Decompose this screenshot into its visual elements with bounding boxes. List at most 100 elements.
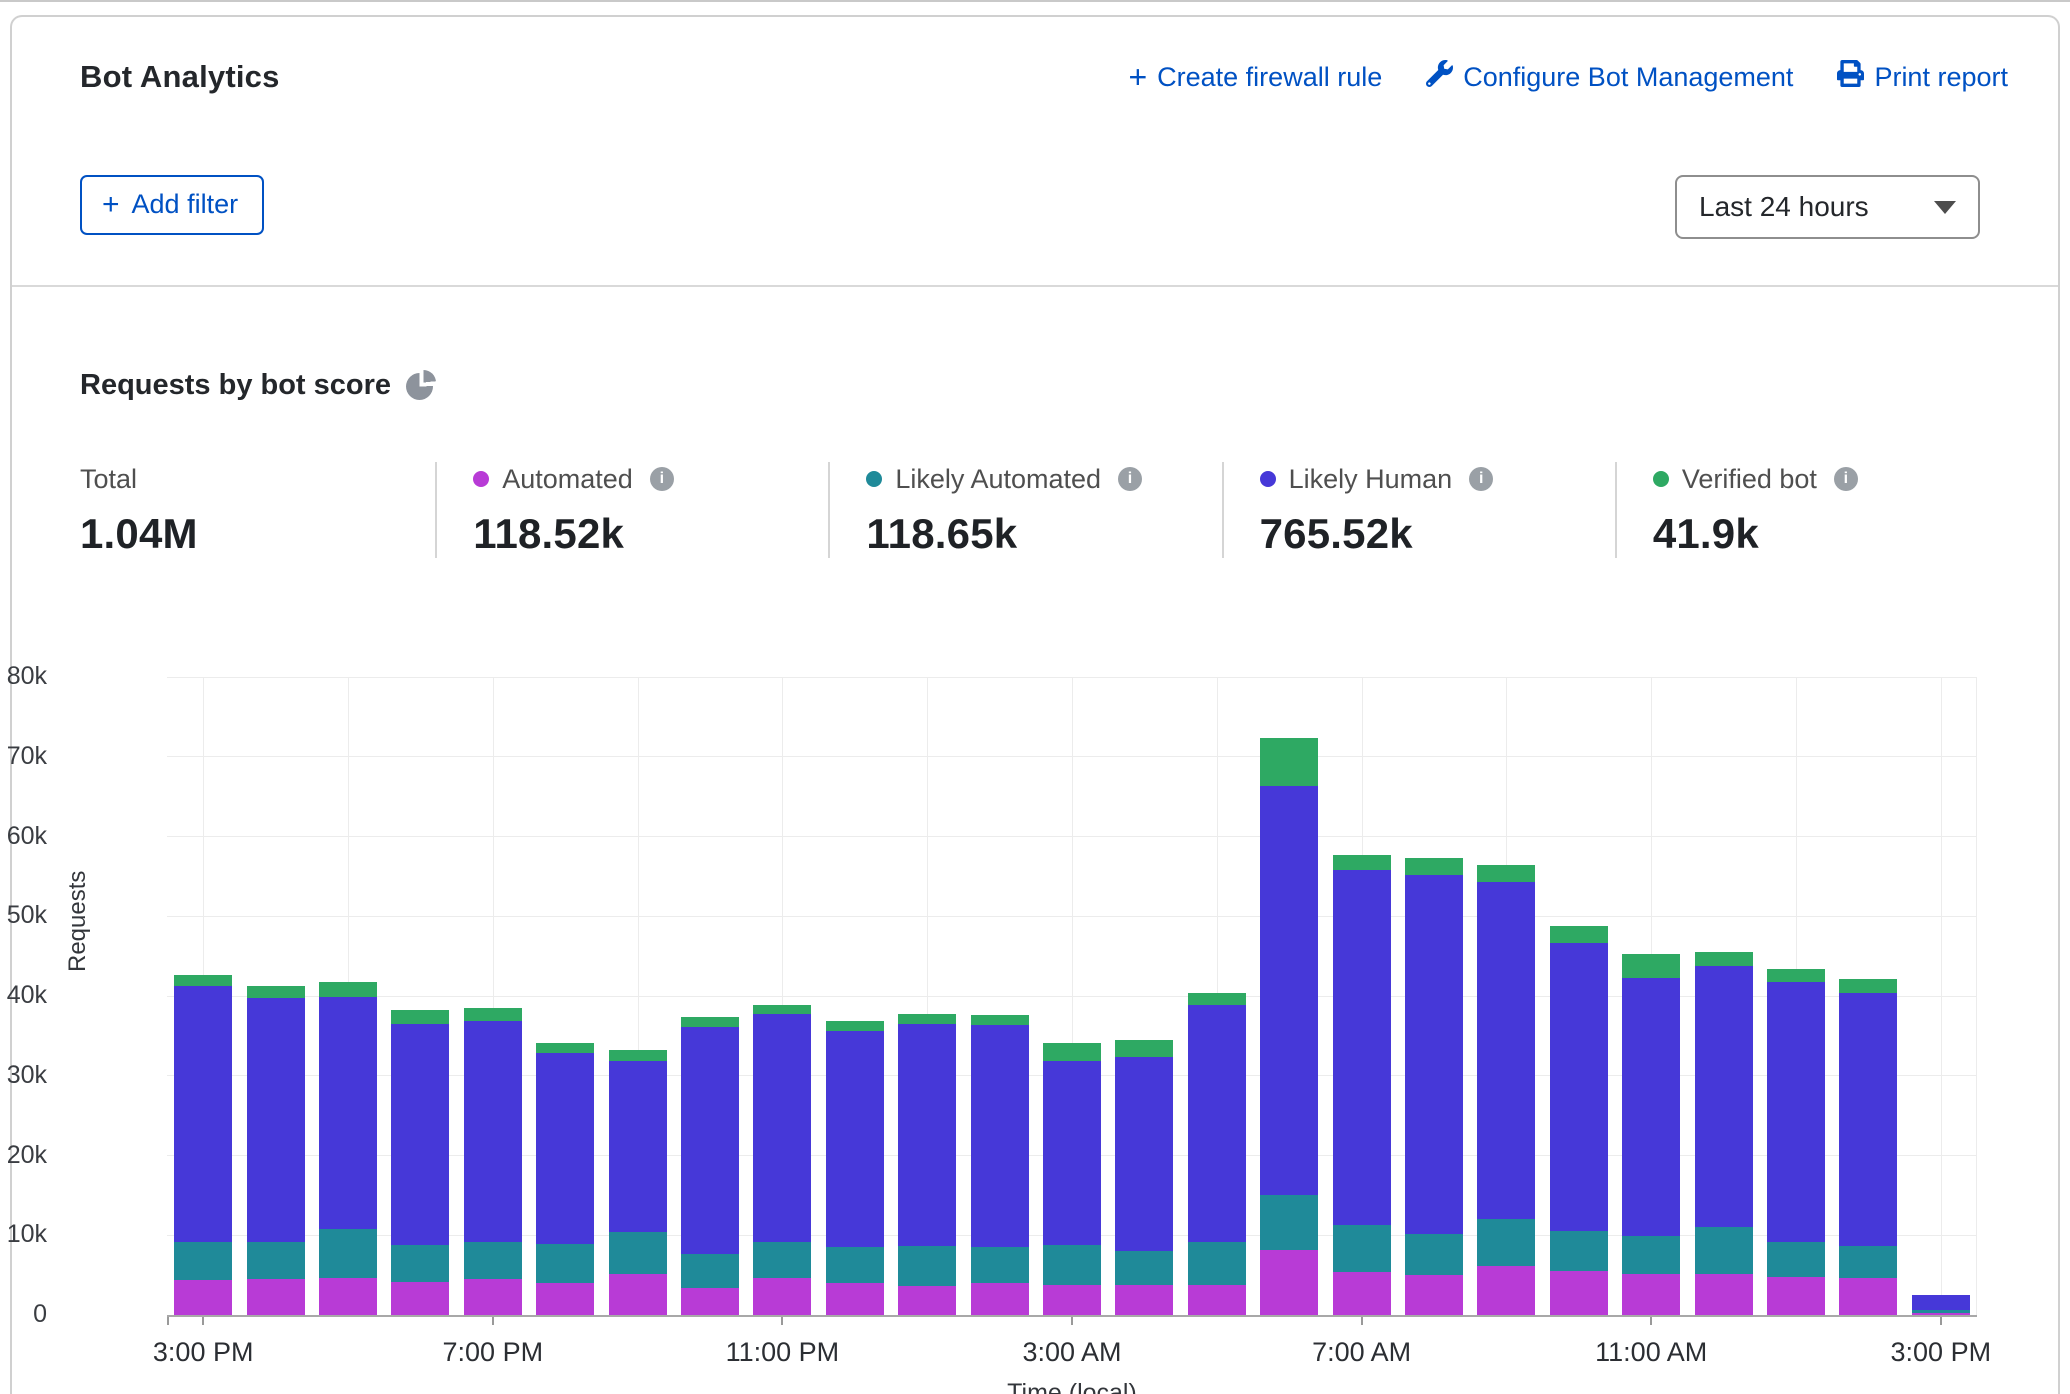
bar-segment-likely-automated <box>971 1247 1029 1283</box>
plus-icon: + <box>102 194 120 216</box>
bar-1-00-pm[interactable] <box>1767 969 1825 1315</box>
y-axis-title: Requests <box>64 871 92 972</box>
bar-segment-verified-bot <box>609 1050 667 1060</box>
x-tick-label: 7:00 AM <box>1312 1337 1411 1368</box>
bar-2-00-pm[interactable] <box>1839 978 1897 1315</box>
bar-segment-verified-bot <box>1767 969 1825 983</box>
bar-7-00-pm[interactable] <box>464 1008 522 1315</box>
bar-segment-automated <box>1188 1285 1246 1315</box>
y-tick-label: 30k <box>0 1061 47 1090</box>
bar-segment-likely-human <box>753 1014 811 1241</box>
bar-segment-likely-human <box>536 1053 594 1244</box>
bar-segment-likely-human <box>1333 870 1391 1225</box>
bar-segment-verified-bot <box>1695 952 1753 966</box>
stat-automated-value: 118.52k <box>473 510 798 558</box>
stat-total: Total 1.04M <box>80 462 435 558</box>
bar-segment-likely-automated <box>681 1254 739 1288</box>
bar-segment-verified-bot <box>1839 979 1897 993</box>
bar-segment-automated <box>1477 1266 1535 1315</box>
bar-5-00-pm[interactable] <box>319 982 377 1315</box>
configure-bot-management-label: Configure Bot Management <box>1463 62 1793 93</box>
y-tick-label: 20k <box>0 1141 47 1170</box>
x-tick-label: 11:00 PM <box>726 1337 840 1368</box>
likely-human-legend-dot <box>1260 471 1276 487</box>
bar-segment-verified-bot <box>898 1014 956 1024</box>
configure-bot-management-link[interactable]: Configure Bot Management <box>1426 60 1793 94</box>
bar-10-00-pm[interactable] <box>681 1017 739 1315</box>
bar-segment-likely-automated <box>1622 1236 1680 1273</box>
bar-segment-likely-human <box>1695 966 1753 1228</box>
bar-segment-likely-human <box>971 1025 1029 1248</box>
bar-segment-verified-bot <box>464 1008 522 1021</box>
bar-2-00-am[interactable] <box>971 1015 1029 1315</box>
bar-7-00-am[interactable] <box>1333 855 1391 1315</box>
info-icon[interactable]: i <box>1834 467 1858 491</box>
bar-12-00-pm[interactable] <box>1695 952 1753 1315</box>
bar-1-00-am[interactable] <box>898 1014 956 1315</box>
add-filter-button[interactable]: + Add filter <box>80 175 264 235</box>
bar-segment-likely-automated <box>1477 1219 1535 1266</box>
card-header: Bot Analytics + Create firewall rule Con… <box>12 17 2058 287</box>
bar-segment-automated <box>1912 1313 1970 1315</box>
bar-4-00-pm[interactable] <box>247 986 305 1315</box>
info-icon[interactable]: i <box>1469 467 1493 491</box>
bar-segment-automated <box>609 1274 667 1315</box>
y-tick-label: 80k <box>0 662 47 691</box>
bar-8-00-pm[interactable] <box>536 1043 594 1315</box>
verified-bot-legend-dot <box>1653 471 1669 487</box>
bar-5-00-am[interactable] <box>1188 993 1246 1315</box>
bar-segment-verified-bot <box>1043 1043 1101 1061</box>
bar-segment-likely-automated <box>1405 1234 1463 1275</box>
stat-automated: Automated i 118.52k <box>435 462 828 558</box>
bar-segment-automated <box>1550 1271 1608 1315</box>
bar-segment-likely-automated <box>1839 1246 1897 1279</box>
bar-4-00-am[interactable] <box>1115 1040 1173 1315</box>
bar-segment-automated <box>1043 1285 1101 1315</box>
bar-segment-verified-bot <box>319 982 377 996</box>
time-range-select[interactable]: Last 24 hours <box>1675 175 1980 239</box>
bar-segment-verified-bot <box>536 1043 594 1053</box>
bar-segment-verified-bot <box>971 1015 1029 1025</box>
bar-3-00-pm[interactable] <box>174 975 232 1315</box>
bar-3-00-am[interactable] <box>1043 1043 1101 1315</box>
stat-likely-human-label: Likely Human <box>1289 464 1453 495</box>
x-tick-label: 7:00 PM <box>443 1337 544 1368</box>
bar-12-00-am[interactable] <box>826 1021 884 1315</box>
bar-8-00-am[interactable] <box>1405 858 1463 1315</box>
info-icon[interactable]: i <box>1118 467 1142 491</box>
print-report-link[interactable]: Print report <box>1837 60 2008 94</box>
bar-segment-likely-automated <box>609 1232 667 1273</box>
y-tick-label: 50k <box>0 901 47 930</box>
bar-9-00-pm[interactable] <box>609 1050 667 1315</box>
bar-segment-automated <box>1767 1277 1825 1315</box>
bar-segment-automated <box>1622 1274 1680 1315</box>
bar-segment-verified-bot <box>1260 738 1318 786</box>
x-tick <box>1361 1317 1363 1325</box>
create-firewall-rule-link[interactable]: + Create firewall rule <box>1128 62 1382 93</box>
bar-segment-automated <box>1695 1274 1753 1315</box>
bar-segment-likely-automated <box>1115 1251 1173 1284</box>
bar-6-00-am[interactable] <box>1260 738 1318 1315</box>
x-gridline <box>1941 677 1942 1315</box>
bar-3-00-pm[interactable] <box>1912 1295 1970 1315</box>
page-title: Bot Analytics <box>80 59 280 95</box>
bar-segment-automated <box>1260 1250 1318 1315</box>
y-tick-label: 10k <box>0 1220 47 1249</box>
info-icon[interactable]: i <box>650 467 674 491</box>
wrench-icon <box>1426 60 1453 94</box>
bar-segment-automated <box>1333 1272 1391 1315</box>
bar-segment-likely-human <box>826 1031 884 1247</box>
bar-6-00-pm[interactable] <box>391 1010 449 1315</box>
bar-11-00-pm[interactable] <box>753 1005 811 1315</box>
bar-10-00-am[interactable] <box>1550 926 1608 1315</box>
bar-11-00-am[interactable] <box>1622 954 1680 1315</box>
print-report-label: Print report <box>1874 62 2008 93</box>
bar-9-00-am[interactable] <box>1477 865 1535 1315</box>
bar-segment-automated <box>753 1278 811 1315</box>
section-title: Requests by bot score <box>80 369 391 402</box>
bar-segment-likely-automated <box>174 1242 232 1279</box>
page-top-border <box>0 0 2070 2</box>
bar-segment-likely-automated <box>1333 1225 1391 1272</box>
analytics-card: Bot Analytics + Create firewall rule Con… <box>10 15 2060 1394</box>
time-range-value: Last 24 hours <box>1699 191 1869 223</box>
